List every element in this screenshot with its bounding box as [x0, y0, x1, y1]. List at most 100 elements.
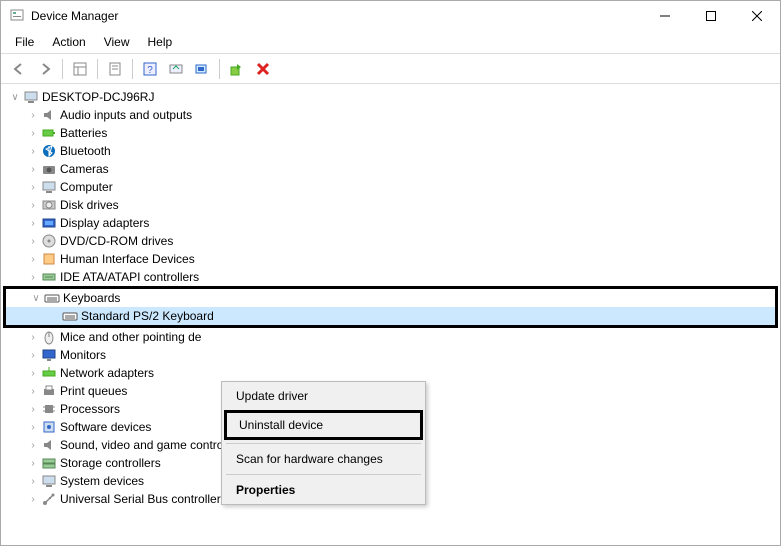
ctx-update-driver[interactable]: Update driver: [224, 384, 423, 408]
expand-icon[interactable]: ›: [25, 491, 41, 507]
category-icon: [41, 383, 57, 399]
category-label: Software devices: [60, 420, 151, 434]
menu-file[interactable]: File: [7, 33, 42, 51]
category-label: System devices: [60, 474, 144, 488]
category-label: Disk drives: [60, 198, 119, 212]
expand-icon[interactable]: ›: [25, 437, 41, 453]
category-icon: [41, 329, 57, 345]
menu-action[interactable]: Action: [44, 33, 93, 51]
category-label: Sound, video and game controllers: [60, 438, 245, 452]
expand-icon[interactable]: ›: [25, 473, 41, 489]
expand-icon[interactable]: ›: [25, 269, 41, 285]
properties-button[interactable]: [103, 57, 127, 81]
tree-category[interactable]: ›Batteries: [3, 124, 778, 142]
expand-icon[interactable]: ›: [25, 197, 41, 213]
no-expander: [46, 308, 62, 324]
tree-category[interactable]: › Mice and other pointing de: [3, 328, 778, 346]
tree-category[interactable]: ›Human Interface Devices: [3, 250, 778, 268]
tree-category[interactable]: ›Monitors: [3, 346, 778, 364]
category-label: IDE ATA/ATAPI controllers: [60, 270, 199, 284]
context-menu: Update driver Uninstall device Scan for …: [221, 381, 426, 505]
expand-icon[interactable]: ›: [25, 365, 41, 381]
toolbar: ?: [1, 54, 780, 84]
tree-device-keyboard[interactable]: Standard PS/2 Keyboard: [6, 307, 775, 325]
ctx-separator: [226, 474, 421, 475]
ctx-uninstall-device[interactable]: Uninstall device: [227, 413, 420, 437]
category-icon: [41, 233, 57, 249]
toolbar-separator: [132, 59, 133, 79]
collapse-icon[interactable]: ∨: [28, 290, 44, 306]
app-icon: [9, 8, 25, 24]
keyboard-icon: [44, 290, 60, 306]
root-label: DESKTOP-DCJ96RJ: [42, 90, 154, 104]
toolbar-separator: [97, 59, 98, 79]
category-icon: [41, 437, 57, 453]
uninstall-device-button[interactable]: [251, 57, 275, 81]
expand-icon[interactable]: ›: [25, 383, 41, 399]
category-icon: [41, 215, 57, 231]
menu-view[interactable]: View: [96, 33, 138, 51]
category-icon: [41, 269, 57, 285]
category-icon: [41, 161, 57, 177]
category-label: Cameras: [60, 162, 109, 176]
help-button[interactable]: ?: [138, 57, 162, 81]
update-driver-button[interactable]: [164, 57, 188, 81]
category-label: Storage controllers: [60, 456, 161, 470]
ctx-scan-hardware[interactable]: Scan for hardware changes: [224, 447, 423, 471]
category-icon: [41, 251, 57, 267]
category-label: Computer: [60, 180, 113, 194]
category-icon: [41, 179, 57, 195]
category-label: DVD/CD-ROM drives: [60, 234, 173, 248]
collapse-icon[interactable]: ∨: [7, 89, 23, 105]
window-title: Device Manager: [31, 9, 642, 23]
show-hide-tree-button[interactable]: [68, 57, 92, 81]
tree-category[interactable]: › DVD/CD-ROM drives: [3, 232, 778, 250]
expand-icon[interactable]: ›: [25, 143, 41, 159]
expand-icon[interactable]: ›: [25, 347, 41, 363]
tree-category[interactable]: › Network adapters: [3, 364, 778, 382]
minimize-button[interactable]: [642, 1, 688, 31]
expand-icon[interactable]: ›: [25, 179, 41, 195]
scan-hardware-button[interactable]: [190, 57, 214, 81]
expand-icon[interactable]: ›: [25, 251, 41, 267]
close-button[interactable]: [734, 1, 780, 31]
forward-button[interactable]: [33, 57, 57, 81]
category-label: Network adapters: [60, 366, 154, 380]
tree-category[interactable]: › Disk drives: [3, 196, 778, 214]
category-label: Display adapters: [60, 216, 149, 230]
tree-category[interactable]: › Cameras: [3, 160, 778, 178]
tree-category[interactable]: ›Bluetooth: [3, 142, 778, 160]
tree-root[interactable]: ∨ DESKTOP-DCJ96RJ: [3, 88, 778, 106]
tree-category[interactable]: › Computer: [3, 178, 778, 196]
expand-icon[interactable]: ›: [25, 161, 41, 177]
tree-category[interactable]: › Display adapters: [3, 214, 778, 232]
category-icon: [41, 107, 57, 123]
tree-category[interactable]: ›Audio inputs and outputs: [3, 106, 778, 124]
menu-help[interactable]: Help: [140, 33, 181, 51]
category-label: Processors: [60, 402, 120, 416]
category-icon: [41, 455, 57, 471]
expand-icon[interactable]: ›: [25, 401, 41, 417]
tree-category[interactable]: › IDE ATA/ATAPI controllers: [3, 268, 778, 286]
ctx-properties[interactable]: Properties: [224, 478, 423, 502]
highlighted-menu-item: Uninstall device: [224, 410, 423, 440]
category-label: Mice and other pointing de: [60, 330, 201, 344]
tree-category-keyboards[interactable]: ∨ Keyboards: [6, 289, 775, 307]
device-tree[interactable]: ∨ DESKTOP-DCJ96RJ ›Audio inputs and outp…: [1, 84, 780, 543]
category-icon: [41, 143, 57, 159]
enable-device-button[interactable]: [225, 57, 249, 81]
expand-icon[interactable]: ›: [25, 419, 41, 435]
computer-icon: [23, 89, 39, 105]
category-icon: [41, 125, 57, 141]
expand-icon[interactable]: ›: [25, 125, 41, 141]
expand-icon[interactable]: ›: [25, 107, 41, 123]
back-button[interactable]: [7, 57, 31, 81]
category-icon: [41, 473, 57, 489]
expand-icon[interactable]: ›: [25, 233, 41, 249]
expand-icon[interactable]: ›: [25, 215, 41, 231]
expand-icon[interactable]: ›: [25, 329, 41, 345]
category-label: Keyboards: [63, 291, 120, 305]
maximize-button[interactable]: [688, 1, 734, 31]
expand-icon[interactable]: ›: [25, 455, 41, 471]
toolbar-separator: [62, 59, 63, 79]
